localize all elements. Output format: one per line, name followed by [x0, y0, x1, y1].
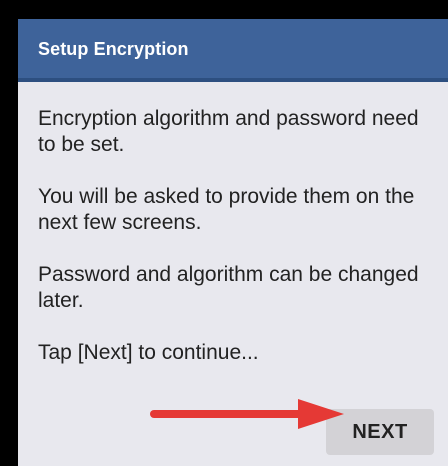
red-arrow-icon	[150, 399, 344, 429]
dialog-titlebar: Setup Encryption	[18, 19, 448, 82]
instruction-paragraph-2: You will be asked to provide them on the…	[38, 185, 415, 234]
instruction-paragraph-3: Password and algorithm can be changed la…	[38, 263, 419, 312]
screen-background: Setup Encryption Encryption algorithm an…	[0, 0, 448, 466]
instruction-paragraph-1: Encryption algorithm and password need t…	[38, 107, 419, 156]
dialog-body: Encryption algorithm and password need t…	[38, 106, 438, 392]
instruction-paragraph-4: Tap [Next] to continue...	[38, 341, 259, 364]
dialog-title: Setup Encryption	[38, 39, 189, 59]
